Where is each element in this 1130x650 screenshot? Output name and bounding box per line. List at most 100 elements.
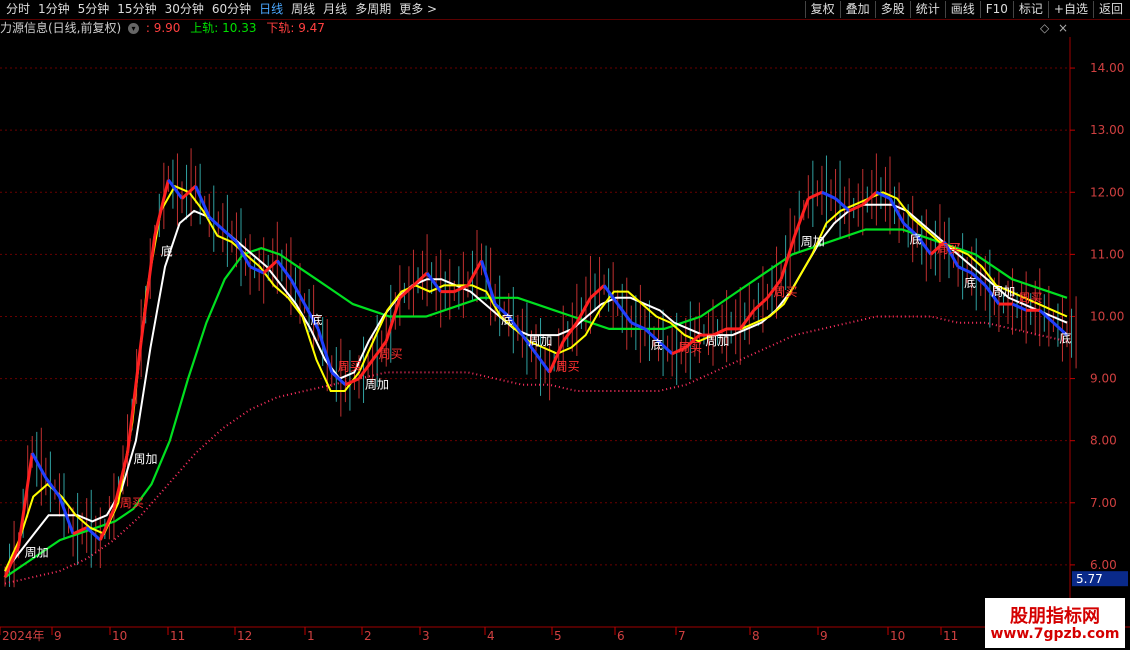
x-tick-label-4: 12 xyxy=(237,629,252,643)
x-tick-label-3: 11 xyxy=(170,629,185,643)
signal-label-9: 周加 xyxy=(528,334,552,348)
tab-period-7[interactable]: 周线 xyxy=(287,1,319,18)
price-value: 9.90 xyxy=(153,21,181,35)
series-fast-seg-66 xyxy=(888,197,905,225)
series-fast-seg-58 xyxy=(779,235,797,280)
series-white xyxy=(4,203,1068,572)
stock-title: 力源信息(日线,前复权) xyxy=(0,21,122,35)
x-tick-label-10: 6 xyxy=(617,629,625,643)
tab-period-8[interactable]: 月线 xyxy=(319,1,351,18)
upper-value: 10.33 xyxy=(222,21,257,35)
toolbar-button-3[interactable]: 统计 xyxy=(909,1,945,18)
period-tabs: 分时 1分钟 5分钟 15分钟 30分钟 60分钟 日线 周线 月线 多周期 更多 > xyxy=(2,1,441,18)
signal-label-4: 底 xyxy=(311,312,323,327)
x-tick-label-0: 2024年 xyxy=(2,629,45,643)
signal-label-6: 周加 xyxy=(365,378,389,392)
series-fast-seg-40 xyxy=(534,352,551,374)
signal-label-0: 周加 xyxy=(25,545,49,559)
tab-period-5[interactable]: 60分钟 xyxy=(208,1,255,18)
signal-label-2: 周加 xyxy=(134,452,158,466)
series-fast-seg-59 xyxy=(793,197,810,237)
y-tick-label-1: 13.00 xyxy=(1090,123,1124,137)
signal-label-16: 底 xyxy=(910,231,922,246)
toolbar-button-7[interactable]: +自选 xyxy=(1047,1,1093,18)
signal-label-1: 周买 xyxy=(120,496,144,510)
watermark-title: 股朋指标网 xyxy=(1010,606,1100,627)
signal-label-8: 底 xyxy=(501,312,513,327)
diamond-icon[interactable]: ◇ xyxy=(1040,19,1049,37)
tab-period-4[interactable]: 30分钟 xyxy=(161,1,208,18)
tab-period-0[interactable]: 分时 xyxy=(2,1,34,18)
signal-label-13: 周加 xyxy=(705,334,729,348)
tab-period-1[interactable]: 1分钟 xyxy=(34,1,74,18)
signal-label-5: 周买 xyxy=(338,359,362,373)
watermark-url: www.7gpzb.com xyxy=(990,626,1120,642)
series-fast-seg-61 xyxy=(821,190,837,200)
toolbar-button-4[interactable]: 画线 xyxy=(944,1,980,18)
x-tick-label-11: 7 xyxy=(678,629,686,643)
signal-label-3: 底 xyxy=(161,244,173,259)
x-tick-label-13: 9 xyxy=(820,629,828,643)
series-fast-seg-2 xyxy=(17,452,34,547)
y-tick-label-7: 7.00 xyxy=(1090,496,1117,510)
tab-period-10[interactable]: 更多 > xyxy=(395,1,441,18)
lower-value: 9.47 xyxy=(298,21,325,35)
x-tick-label-8: 4 xyxy=(487,629,495,643)
toolbar-button-8[interactable]: 返回 xyxy=(1092,1,1128,18)
series-fast-seg-44 xyxy=(589,284,606,299)
toolbar-button-5[interactable]: F10 xyxy=(979,1,1013,18)
x-tick-label-14: 10 xyxy=(890,629,905,643)
tab-period-6[interactable]: 日线 xyxy=(255,1,287,18)
toolbar-button-2[interactable]: 多股 xyxy=(874,1,910,18)
y-tick-label-3: 11.00 xyxy=(1090,247,1124,261)
y-tick-label-0: 14.00 xyxy=(1090,61,1124,75)
signal-label-15: 周加 xyxy=(801,235,825,249)
signal-label-21: 底 xyxy=(1059,331,1071,346)
y-tick-label-5: 9.00 xyxy=(1090,372,1117,386)
x-tick-label-15: 11 xyxy=(943,629,958,643)
toolbar-button-0[interactable]: 复权 xyxy=(804,1,840,18)
series-fast-seg-46 xyxy=(616,303,633,324)
x-tick-label-12: 8 xyxy=(752,629,760,643)
series-green xyxy=(4,228,1068,579)
series-fast-seg-64 xyxy=(861,191,878,206)
lower-label: 下轨: xyxy=(266,21,295,35)
x-tick-label-2: 10 xyxy=(112,629,127,643)
y-tick-label-6: 8.00 xyxy=(1090,434,1117,448)
x-tick-label-7: 3 xyxy=(422,629,430,643)
price-chart[interactable]: 14.00 13.00 12.00 11.00 10.00 9.00 8.00 7.00 6.0… xyxy=(0,37,1130,650)
series-fast-seg-71 xyxy=(957,265,973,275)
dropdown-icon[interactable]: ▾ xyxy=(128,23,140,34)
series-fast-seg-35 xyxy=(466,259,483,287)
watermark: 股朋指标网 www.7gpzb.com xyxy=(985,598,1125,648)
signal-label-12: 周买 xyxy=(678,341,702,355)
upper-label: 上轨: xyxy=(190,21,219,35)
series-fast-seg-11 xyxy=(139,235,157,342)
series-fast-seg-60 xyxy=(807,190,823,200)
y-tick-label-4: 10.00 xyxy=(1090,309,1124,323)
signal-label-7: 周买 xyxy=(379,347,403,361)
y-tick-label-2: 12.00 xyxy=(1090,185,1124,199)
period-toolbar: 分时 1分钟 5分钟 15分钟 30分钟 60分钟 日线 周线 月线 多周期 更多 > 复权 叠加 多股… xyxy=(0,0,1130,20)
tab-period-9[interactable]: 多周期 xyxy=(351,1,395,18)
signal-label-14: 周买 xyxy=(773,285,797,299)
toolbar-button-6[interactable]: 标记 xyxy=(1012,1,1048,18)
toolbar-button-1[interactable]: 叠加 xyxy=(839,1,875,18)
price-tag-label: 5.77 xyxy=(1076,572,1103,586)
x-tick-label-1: 9 xyxy=(54,629,62,643)
series-fast-seg-21 xyxy=(276,259,293,281)
series-fast-seg-56 xyxy=(752,296,769,312)
action-buttons: 复权 叠加 多股 统计 画线 F10 标记 +自选 返回 xyxy=(804,1,1128,18)
series-fast-seg-3 xyxy=(30,452,48,479)
tab-period-2[interactable]: 5分钟 xyxy=(74,1,114,18)
x-tick-label-9: 5 xyxy=(554,629,562,643)
signal-label-10: 周买 xyxy=(556,359,580,373)
series-fast-seg-26 xyxy=(344,377,360,387)
series-fast-seg-10 xyxy=(126,341,143,454)
signal-label-20: 周买 xyxy=(1019,291,1043,305)
series-fast-seg-4 xyxy=(44,477,61,498)
x-tick-label-6: 2 xyxy=(364,629,372,643)
tab-period-3[interactable]: 15分钟 xyxy=(113,1,160,18)
series-fast-seg-12 xyxy=(153,179,170,237)
close-icon[interactable]: × xyxy=(1058,19,1068,37)
